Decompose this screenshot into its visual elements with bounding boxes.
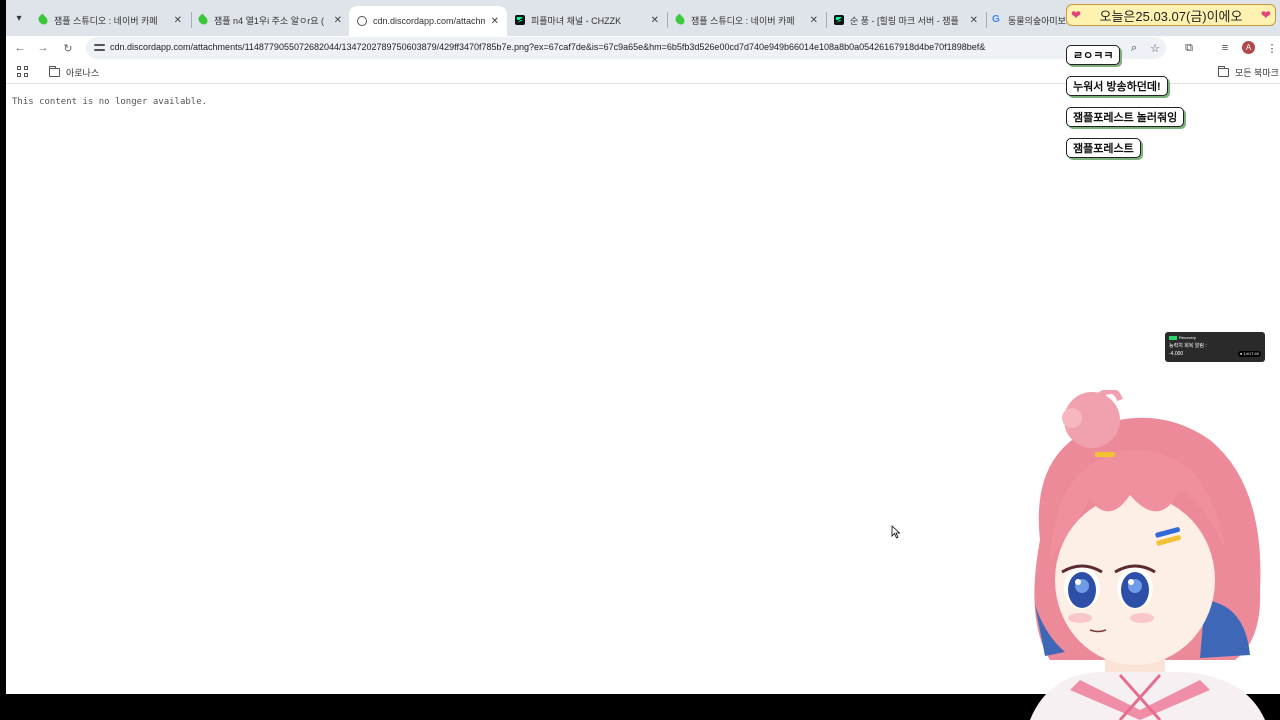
bookmark-star-icon[interactable]: ☆ [1147, 40, 1163, 56]
notification-value: -4,000 [1169, 351, 1184, 357]
tab[interactable]: 잼플 n4 열1우i 주소 알ㅇr요 ( ✕ [190, 6, 350, 34]
chzzk-icon [515, 15, 525, 25]
url-text[interactable]: cdn.discordapp.com/attachments/114877905… [110, 42, 1140, 52]
chat-bubble: 잼플포레스트 [1066, 138, 1141, 158]
close-icon[interactable]: ✕ [491, 16, 499, 27]
tab-search-icon[interactable]: ▾ [10, 9, 28, 27]
site-info-icon[interactable] [94, 42, 105, 53]
close-icon[interactable]: ✕ [334, 15, 342, 26]
heart-icon: ❤ [1071, 8, 1082, 22]
close-icon[interactable]: ✕ [970, 15, 978, 26]
tab[interactable]: 잼플 스튜디오 : 네이버 카페 ✕ [30, 6, 190, 34]
close-icon[interactable]: ✕ [174, 15, 182, 26]
apps-grid-icon[interactable] [17, 66, 28, 77]
leaf-icon [36, 13, 50, 27]
chat-text: 잼플포레스트 [1073, 143, 1134, 155]
notification-time: ● 14/17:40 [1237, 351, 1261, 357]
vtuber-avatar [1030, 390, 1265, 720]
extensions-icon[interactable]: ⧉ [1181, 40, 1197, 56]
zoom-icon[interactable]: ⌕ [1126, 40, 1142, 56]
globe-icon [357, 16, 367, 26]
chat-text: ㄹㅇㅋㅋ [1073, 50, 1114, 62]
notification-brand-text: Recovery [1179, 335, 1196, 340]
tab-title: 잼플 스튜디오 : 네이버 카페 [691, 15, 795, 26]
tab-title: cdn.discordapp.com/attachme [373, 16, 485, 26]
all-bookmarks-folder[interactable]: 모든 북마크 [1218, 66, 1279, 79]
close-icon[interactable]: ✕ [651, 15, 659, 26]
close-icon[interactable]: ✕ [810, 15, 818, 26]
tab[interactable]: 피플마녀 채널 - CHZZK ✕ [507, 6, 667, 34]
bookmark-folder-label: 아로나스 [66, 68, 100, 78]
notification-widget: Recovery 능력치 회복 알림 : -4,000 ● 14/17:40 [1165, 332, 1265, 362]
tab[interactable]: 순 풍 - [힐링 마크 서버 - 잼플 ✕ [826, 6, 986, 34]
date-banner-text: 오늘은25.03.07(금)이에오 [1099, 8, 1243, 24]
reload-icon[interactable]: ↻ [59, 39, 77, 57]
date-banner: ❤ 오늘은25.03.07(금)이에오 ❤ [1066, 4, 1276, 26]
tab[interactable]: 잼플 스튜디오 : 네이버 카페 ✕ [667, 6, 826, 34]
leaf-icon [196, 13, 210, 27]
battery-icon [1169, 335, 1177, 340]
chat-text: 누워서 방송하던데! [1073, 81, 1161, 93]
reading-list-icon[interactable]: ≡ [1217, 40, 1233, 56]
tab-title: 피플마녀 채널 - CHZZK [531, 15, 622, 26]
folder-icon [49, 66, 60, 77]
chat-text: 잼플포레스트 놀러줘잉 [1073, 112, 1178, 124]
mouse-cursor-icon [891, 525, 901, 539]
google-icon: G [992, 14, 1000, 25]
tab-title: 잼플 스튜디오 : 네이버 카페 [54, 15, 158, 26]
all-bookmarks-label: 모든 북마크 [1235, 68, 1279, 78]
chat-bubble: ㄹㅇㅋㅋ [1066, 45, 1121, 65]
profile-avatar[interactable]: A [1242, 41, 1255, 54]
leaf-icon [673, 13, 687, 27]
menu-kebab-icon[interactable]: ⋮ [1264, 40, 1280, 56]
tab-title: 순 풍 - [힐링 마크 서버 - 잼플 [850, 15, 959, 26]
error-message: This content is no longer available. [12, 97, 208, 107]
folder-icon [1218, 66, 1229, 77]
tab-active[interactable]: cdn.discordapp.com/attachme ✕ [349, 6, 507, 36]
chat-bubble: 잼플포레스트 놀러줘잉 [1066, 107, 1185, 127]
tab-title: 잼플 n4 열1우i 주소 알ㅇr요 ( [214, 15, 325, 26]
back-arrow-icon[interactable]: ← [11, 39, 29, 57]
chat-bubble: 누워서 방송하던데! [1066, 76, 1168, 96]
bookmark-folder[interactable]: 아로나스 [49, 66, 99, 79]
chzzk-icon [834, 15, 844, 25]
heart-icon: ❤ [1260, 8, 1271, 22]
forward-arrow-icon[interactable]: → [34, 39, 52, 57]
notification-title: 능력치 회복 알림 : [1169, 343, 1207, 349]
notification-brand: Recovery [1169, 335, 1261, 340]
address-bar[interactable]: cdn.discordapp.com/attachments/114877905… [86, 37, 1166, 59]
stream-screen: ▾ 잼플 스튜디오 : 네이버 카페 ✕ 잼플 n4 열1우i 주소 알ㅇr요 … [0, 0, 1280, 720]
